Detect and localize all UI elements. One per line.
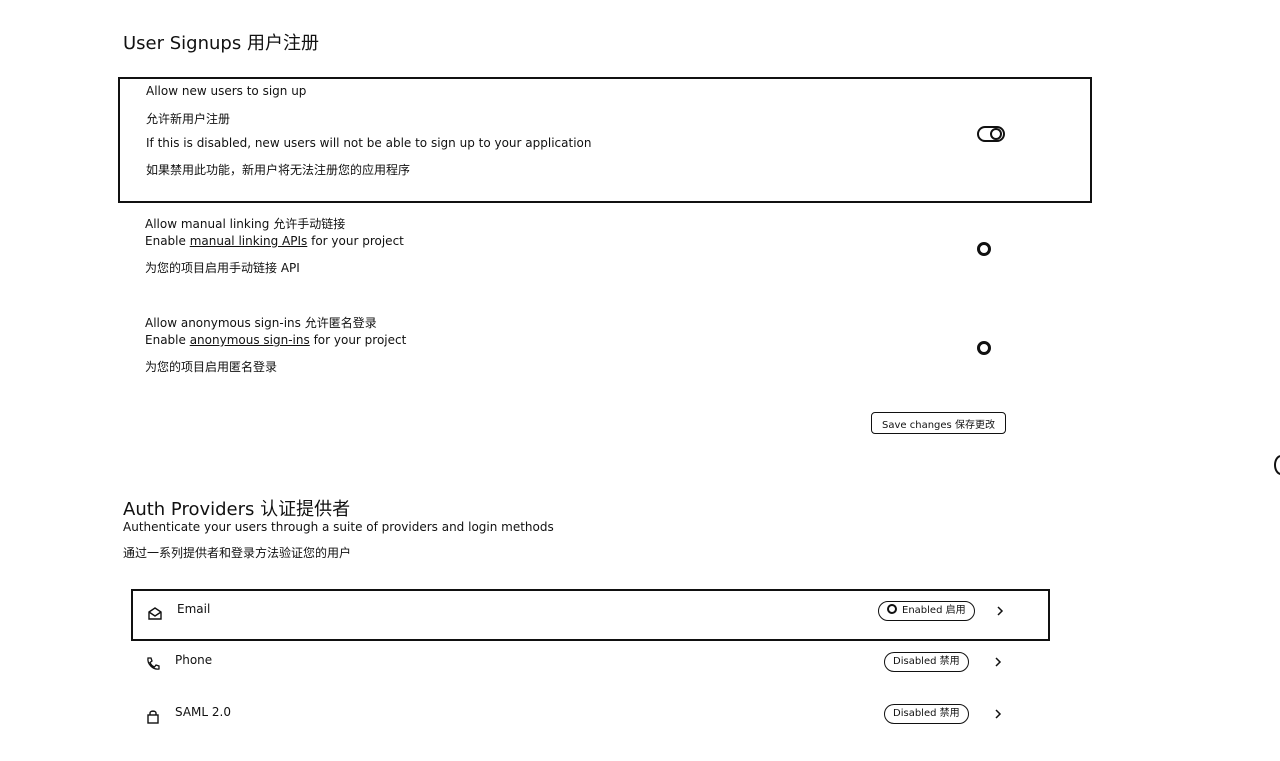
status-dot [887,604,897,614]
anonymous-signins-link[interactable]: anonymous sign-ins [190,333,310,347]
anonymous-desc-prefix: Enable [145,333,190,347]
anonymous-signins-description: Enable anonymous sign-ins for your proje… [145,333,406,347]
allow-signup-card: Allow new users to sign up 允许新用户注册 If th… [118,77,1092,203]
auth-providers-title: Auth Providers 认证提供者 [123,499,351,520]
anonymous-signins-description-cn: 为您的项目启用匿名登录 [145,360,278,374]
anonymous-signins-toggle[interactable] [977,341,991,355]
chevron-right-icon[interactable] [995,605,1005,617]
anonymous-desc-suffix: for your project [309,333,407,347]
status-badge: Disabled 禁用 [884,704,969,724]
anonymous-signins-label: Allow anonymous sign-ins 允许匿名登录 [145,316,377,330]
chevron-right-icon[interactable] [993,656,1003,668]
status-badge: Disabled 禁用 [884,652,969,672]
manual-linking-description-cn: 为您的项目启用手动链接 API [145,261,300,275]
scroll-edge-indicator [1274,455,1280,475]
save-changes-button[interactable]: Save changes 保存更改 [871,412,1006,434]
provider-name: SAML 2.0 [175,705,231,719]
status-badge: Enabled 启用 [878,601,975,621]
manual-linking-toggle[interactable] [977,242,991,256]
manual-linking-apis-link[interactable]: manual linking APIs [190,234,308,248]
allow-signup-toggle[interactable] [977,126,1005,142]
user-signups-title: User Signups 用户注册 [123,33,319,54]
manual-linking-desc-suffix: for your project [307,234,404,248]
auth-providers-subtitle: Authenticate your users through a suite … [123,520,554,534]
provider-row-email[interactable]: Email Enabled 启用 [131,589,1050,641]
chevron-right-icon[interactable] [993,708,1003,720]
manual-linking-label: Allow manual linking 允许手动链接 [145,217,346,231]
allow-signup-label: Allow new users to sign up [146,84,307,98]
phone-icon [147,657,160,670]
status-badge-label: Enabled 启用 [902,605,966,616]
mail-icon [148,607,162,620]
lock-icon [147,710,159,724]
toggle-knob [990,128,1002,140]
allow-signup-description: If this is disabled, new users will not … [146,136,592,150]
provider-row-saml[interactable]: SAML 2.0 Disabled 禁用 [131,693,1050,745]
allow-signup-label-cn: 允许新用户注册 [146,112,231,126]
allow-signup-description-cn: 如果禁用此功能，新用户将无法注册您的应用程序 [146,163,411,177]
provider-row-phone[interactable]: Phone Disabled 禁用 [131,641,1050,693]
manual-linking-desc-prefix: Enable [145,234,190,248]
provider-name: Email [177,602,211,616]
manual-linking-description: Enable manual linking APIs for your proj… [145,234,404,248]
provider-name: Phone [175,653,213,667]
auth-providers-subtitle-cn: 通过一系列提供者和登录方法验证您的用户 [123,546,352,560]
